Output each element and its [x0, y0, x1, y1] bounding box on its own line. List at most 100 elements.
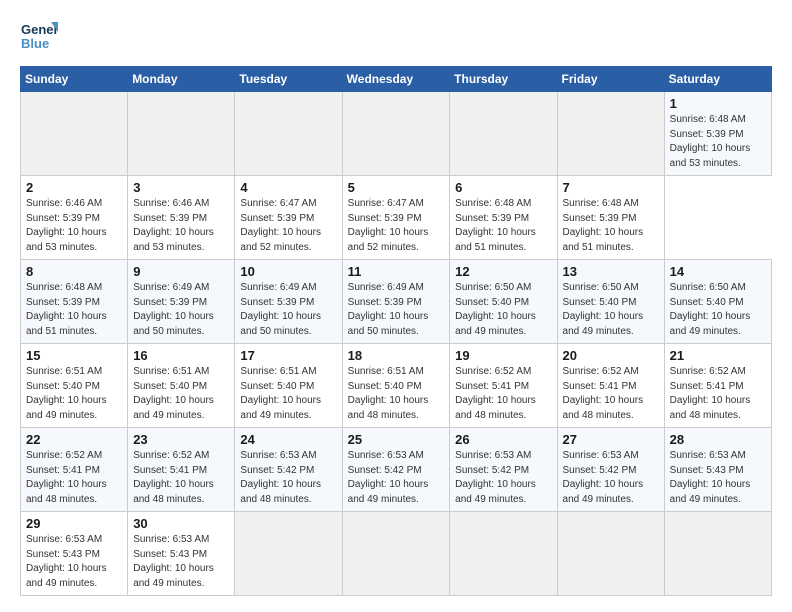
day-number: 17: [240, 348, 336, 363]
empty-cell: [342, 512, 450, 596]
day-number: 30: [133, 516, 229, 531]
day-detail: Sunrise: 6:46 AMSunset: 5:39 PMDaylight:…: [133, 197, 229, 255]
day-detail: Sunrise: 6:53 AMSunset: 5:43 PMDaylight:…: [670, 449, 766, 507]
day-number: 2: [26, 180, 122, 195]
empty-cell: [342, 92, 450, 176]
empty-cell: [557, 92, 664, 176]
day-cell-3: 3 Sunrise: 6:46 AMSunset: 5:39 PMDaylight…: [128, 176, 235, 260]
day-cell-2: 2 Sunrise: 6:46 AMSunset: 5:39 PMDaylight…: [21, 176, 128, 260]
page-container: General Blue SundayMondayTuesdayWednesda…: [0, 0, 792, 606]
day-number: 5: [348, 180, 445, 195]
col-header-tuesday: Tuesday: [235, 67, 342, 92]
day-number: 27: [563, 432, 659, 447]
day-number: 9: [133, 264, 229, 279]
day-detail: Sunrise: 6:48 AMSunset: 5:39 PMDaylight:…: [455, 197, 551, 255]
calendar-table: SundayMondayTuesdayWednesdayThursdayFrid…: [20, 66, 772, 596]
calendar-header-row: SundayMondayTuesdayWednesdayThursdayFrid…: [21, 67, 772, 92]
day-number: 18: [348, 348, 445, 363]
day-number: 11: [348, 264, 445, 279]
day-cell-27: 27 Sunrise: 6:53 AMSunset: 5:42 PMDayligh…: [557, 428, 664, 512]
day-cell-18: 18 Sunrise: 6:51 AMSunset: 5:40 PMDayligh…: [342, 344, 450, 428]
day-detail: Sunrise: 6:51 AMSunset: 5:40 PMDaylight:…: [348, 365, 445, 423]
day-number: 10: [240, 264, 336, 279]
day-cell-28: 28 Sunrise: 6:53 AMSunset: 5:43 PMDayligh…: [664, 428, 771, 512]
day-detail: Sunrise: 6:49 AMSunset: 5:39 PMDaylight:…: [240, 281, 336, 339]
day-cell-21: 21Sunrise: 6:52 AMSunset: 5:41 PMDayligh…: [664, 344, 771, 428]
day-detail: Sunrise: 6:49 AMSunset: 5:39 PMDaylight:…: [133, 281, 229, 339]
day-cell-7: 7 Sunrise: 6:48 AMSunset: 5:39 PMDaylight…: [557, 176, 664, 260]
day-detail: Sunrise: 6:52 AMSunset: 5:41 PMDaylight:…: [455, 365, 551, 423]
calendar-week-6: 29Sunrise: 6:53 AMSunset: 5:43 PMDayligh…: [21, 512, 772, 596]
day-detail: Sunrise: 6:52 AMSunset: 5:41 PMDaylight:…: [26, 449, 122, 507]
day-detail: Sunrise: 6:51 AMSunset: 5:40 PMDaylight:…: [133, 365, 229, 423]
day-detail: Sunrise: 6:51 AMSunset: 5:40 PMDaylight:…: [26, 365, 122, 423]
day-number: 21: [670, 348, 766, 363]
day-number: 14: [670, 264, 766, 279]
day-detail: Sunrise: 6:50 AMSunset: 5:40 PMDaylight:…: [670, 281, 766, 339]
logo-icon: General Blue: [20, 18, 58, 56]
day-number: 8: [26, 264, 122, 279]
col-header-monday: Monday: [128, 67, 235, 92]
empty-cell: [450, 512, 557, 596]
day-number: 7: [563, 180, 659, 195]
day-number: 12: [455, 264, 551, 279]
day-number: 19: [455, 348, 551, 363]
day-detail: Sunrise: 6:53 AMSunset: 5:43 PMDaylight:…: [133, 533, 229, 591]
day-detail: Sunrise: 6:48 AMSunset: 5:39 PMDaylight:…: [563, 197, 659, 255]
day-detail: Sunrise: 6:46 AMSunset: 5:39 PMDaylight:…: [26, 197, 122, 255]
day-cell-1: 1 Sunrise: 6:48 AMSunset: 5:39 PMDaylight…: [664, 92, 771, 176]
empty-cell: [450, 92, 557, 176]
day-detail: Sunrise: 6:53 AMSunset: 5:42 PMDaylight:…: [563, 449, 659, 507]
day-cell-12: 12Sunrise: 6:50 AMSunset: 5:40 PMDayligh…: [450, 260, 557, 344]
day-cell-24: 24Sunrise: 6:53 AMSunset: 5:42 PMDayligh…: [235, 428, 342, 512]
day-cell-25: 25Sunrise: 6:53 AMSunset: 5:42 PMDayligh…: [342, 428, 450, 512]
calendar-week-3: 8Sunrise: 6:48 AMSunset: 5:39 PMDaylight…: [21, 260, 772, 344]
day-number: 28: [670, 432, 766, 447]
day-cell-10: 10 Sunrise: 6:49 AMSunset: 5:39 PMDayligh…: [235, 260, 342, 344]
day-detail: Sunrise: 6:53 AMSunset: 5:42 PMDaylight:…: [240, 449, 336, 507]
day-detail: Sunrise: 6:47 AMSunset: 5:39 PMDaylight:…: [240, 197, 336, 255]
day-detail: Sunrise: 6:51 AMSunset: 5:40 PMDaylight:…: [240, 365, 336, 423]
header: General Blue: [20, 18, 772, 56]
day-number: 1: [670, 96, 766, 111]
col-header-wednesday: Wednesday: [342, 67, 450, 92]
day-detail: Sunrise: 6:48 AMSunset: 5:39 PMDaylight:…: [670, 113, 766, 171]
day-cell-4: 4 Sunrise: 6:47 AMSunset: 5:39 PMDaylight…: [235, 176, 342, 260]
day-number: 15: [26, 348, 122, 363]
logo: General Blue: [20, 18, 58, 56]
day-detail: Sunrise: 6:52 AMSunset: 5:41 PMDaylight:…: [133, 449, 229, 507]
day-cell-20: 20 Sunrise: 6:52 AMSunset: 5:41 PMDayligh…: [557, 344, 664, 428]
day-cell-15: 15 Sunrise: 6:51 AMSunset: 5:40 PMDayligh…: [21, 344, 128, 428]
day-cell-22: 22 Sunrise: 6:52 AMSunset: 5:41 PMDayligh…: [21, 428, 128, 512]
empty-cell: [664, 512, 771, 596]
day-cell-5: 5 Sunrise: 6:47 AMSunset: 5:39 PMDaylight…: [342, 176, 450, 260]
empty-cell: [235, 92, 342, 176]
day-cell-26: 26Sunrise: 6:53 AMSunset: 5:42 PMDayligh…: [450, 428, 557, 512]
day-detail: Sunrise: 6:47 AMSunset: 5:39 PMDaylight:…: [348, 197, 445, 255]
svg-text:Blue: Blue: [21, 36, 49, 51]
day-cell-29: 29Sunrise: 6:53 AMSunset: 5:43 PMDayligh…: [21, 512, 128, 596]
col-header-thursday: Thursday: [450, 67, 557, 92]
svg-text:General: General: [21, 22, 58, 37]
day-number: 4: [240, 180, 336, 195]
day-cell-19: 19 Sunrise: 6:52 AMSunset: 5:41 PMDayligh…: [450, 344, 557, 428]
col-header-friday: Friday: [557, 67, 664, 92]
day-cell-16: 16Sunrise: 6:51 AMSunset: 5:40 PMDayligh…: [128, 344, 235, 428]
logo-wordmark: General Blue: [20, 18, 58, 56]
empty-cell: [128, 92, 235, 176]
empty-cell: [557, 512, 664, 596]
calendar-week-4: 15 Sunrise: 6:51 AMSunset: 5:40 PMDayligh…: [21, 344, 772, 428]
day-cell-13: 13Sunrise: 6:50 AMSunset: 5:40 PMDayligh…: [557, 260, 664, 344]
col-header-sunday: Sunday: [21, 67, 128, 92]
day-number: 3: [133, 180, 229, 195]
empty-cell: [235, 512, 342, 596]
day-number: 26: [455, 432, 551, 447]
day-cell-11: 11Sunrise: 6:49 AMSunset: 5:39 PMDayligh…: [342, 260, 450, 344]
day-number: 22: [26, 432, 122, 447]
day-number: 13: [563, 264, 659, 279]
day-detail: Sunrise: 6:52 AMSunset: 5:41 PMDaylight:…: [563, 365, 659, 423]
calendar-week-1: 1 Sunrise: 6:48 AMSunset: 5:39 PMDaylight…: [21, 92, 772, 176]
day-detail: Sunrise: 6:53 AMSunset: 5:43 PMDaylight:…: [26, 533, 122, 591]
day-number: 20: [563, 348, 659, 363]
day-cell-14: 14 Sunrise: 6:50 AMSunset: 5:40 PMDayligh…: [664, 260, 771, 344]
